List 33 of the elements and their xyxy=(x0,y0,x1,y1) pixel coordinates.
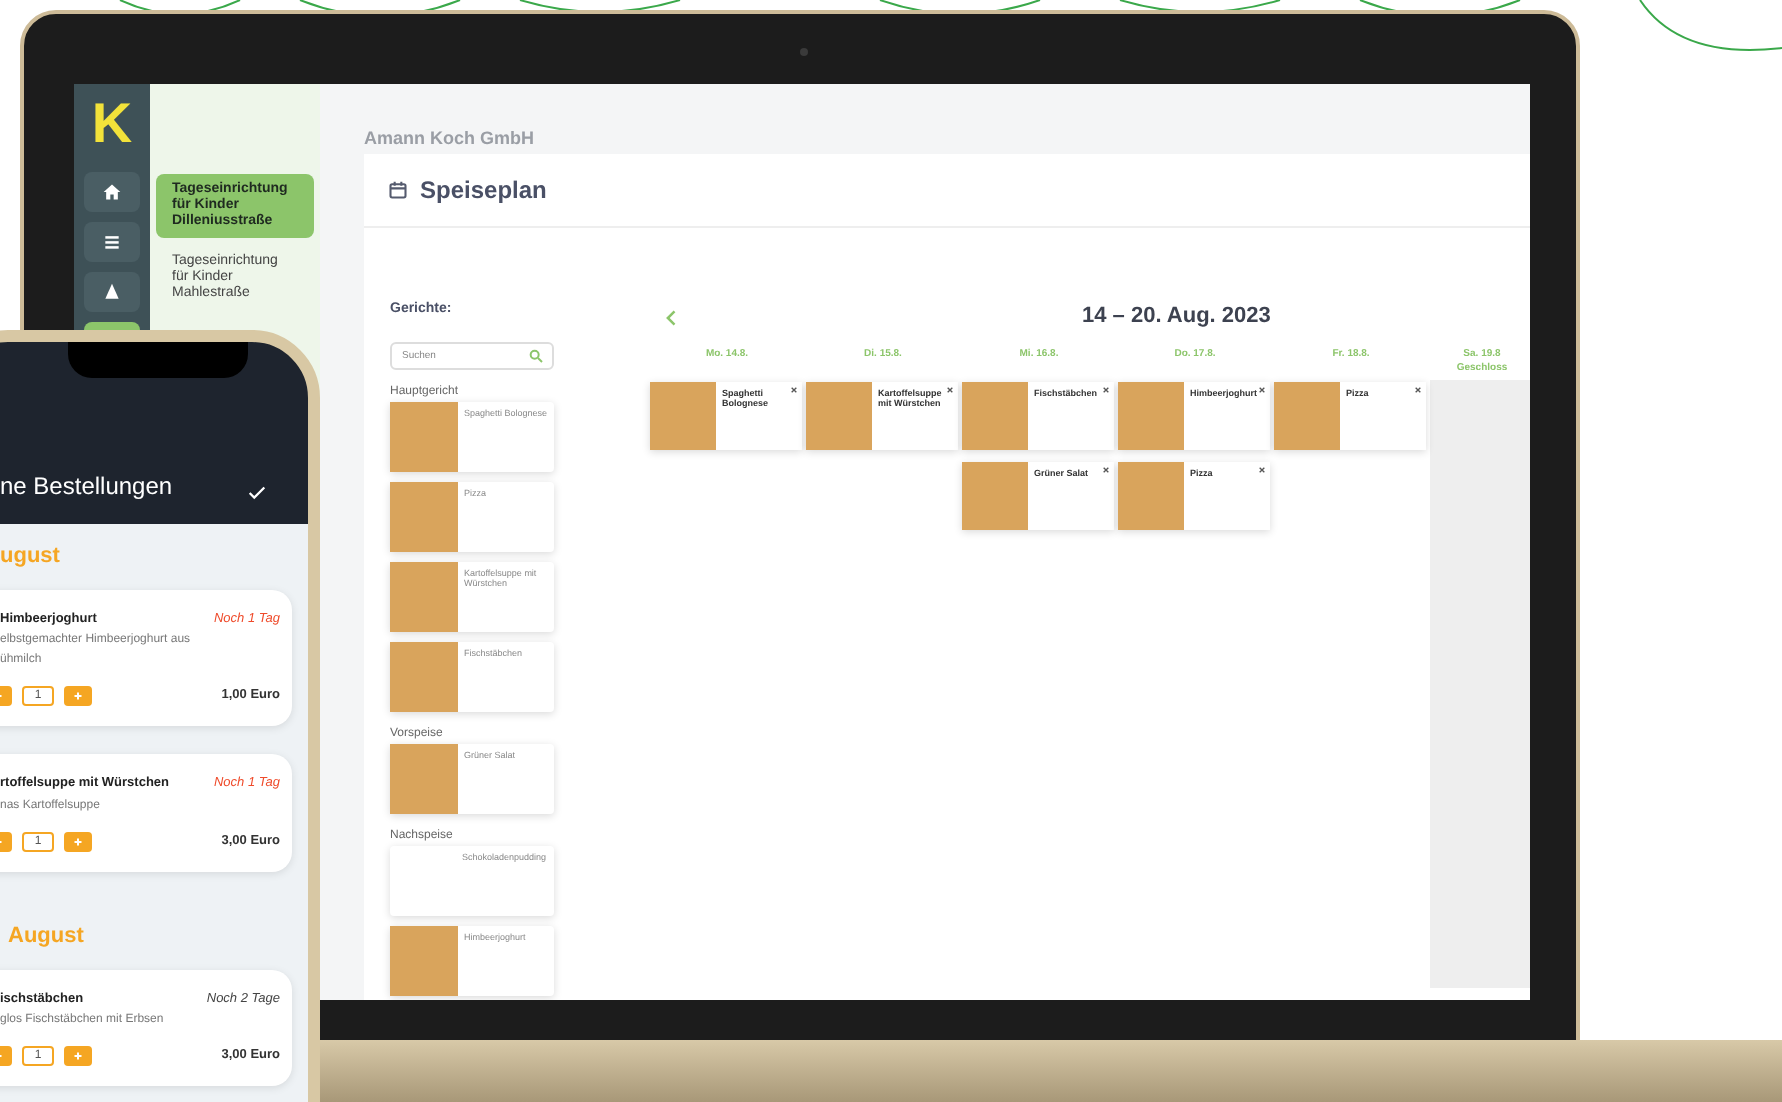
company-name: Amann Koch GmbH xyxy=(364,126,537,152)
plus-icon xyxy=(72,690,84,703)
food-photo-placeholder xyxy=(962,381,1028,449)
nav-button[interactable] xyxy=(84,172,140,212)
week-range: 14 – 20. Aug. 2023 xyxy=(1082,302,1271,333)
close-icon[interactable] xyxy=(790,385,798,393)
food-photo-placeholder xyxy=(806,381,872,449)
close-icon[interactable] xyxy=(946,385,954,393)
close-icon[interactable] xyxy=(1258,465,1266,473)
list-icon xyxy=(102,232,122,252)
food-photo-placeholder xyxy=(962,461,1028,529)
close-icon[interactable] xyxy=(1258,385,1266,393)
plus-icon xyxy=(72,836,84,848)
close-icon[interactable] xyxy=(1102,465,1110,473)
food-photo-placeholder xyxy=(1118,381,1184,449)
food-photo-placeholder xyxy=(1118,461,1184,529)
page-title: Speiseplan xyxy=(420,173,547,207)
month-heading: August xyxy=(6,922,86,952)
app-logo: K xyxy=(91,94,133,154)
nav-button[interactable] xyxy=(84,272,140,312)
close-icon[interactable] xyxy=(1414,385,1422,393)
food-photo-placeholder xyxy=(650,381,716,449)
month-heading: ugust xyxy=(0,542,62,572)
plus-icon xyxy=(72,1050,84,1063)
search-icon xyxy=(528,348,544,364)
check-icon[interactable] xyxy=(246,482,268,504)
nav-button[interactable] xyxy=(84,222,140,262)
home-icon xyxy=(102,182,122,202)
tree-icon xyxy=(102,282,122,302)
screen-title: ne Bestellungen xyxy=(0,470,173,504)
food-photo-placeholder xyxy=(1274,381,1340,449)
calendar-icon xyxy=(388,179,408,199)
close-icon[interactable] xyxy=(1102,385,1110,393)
